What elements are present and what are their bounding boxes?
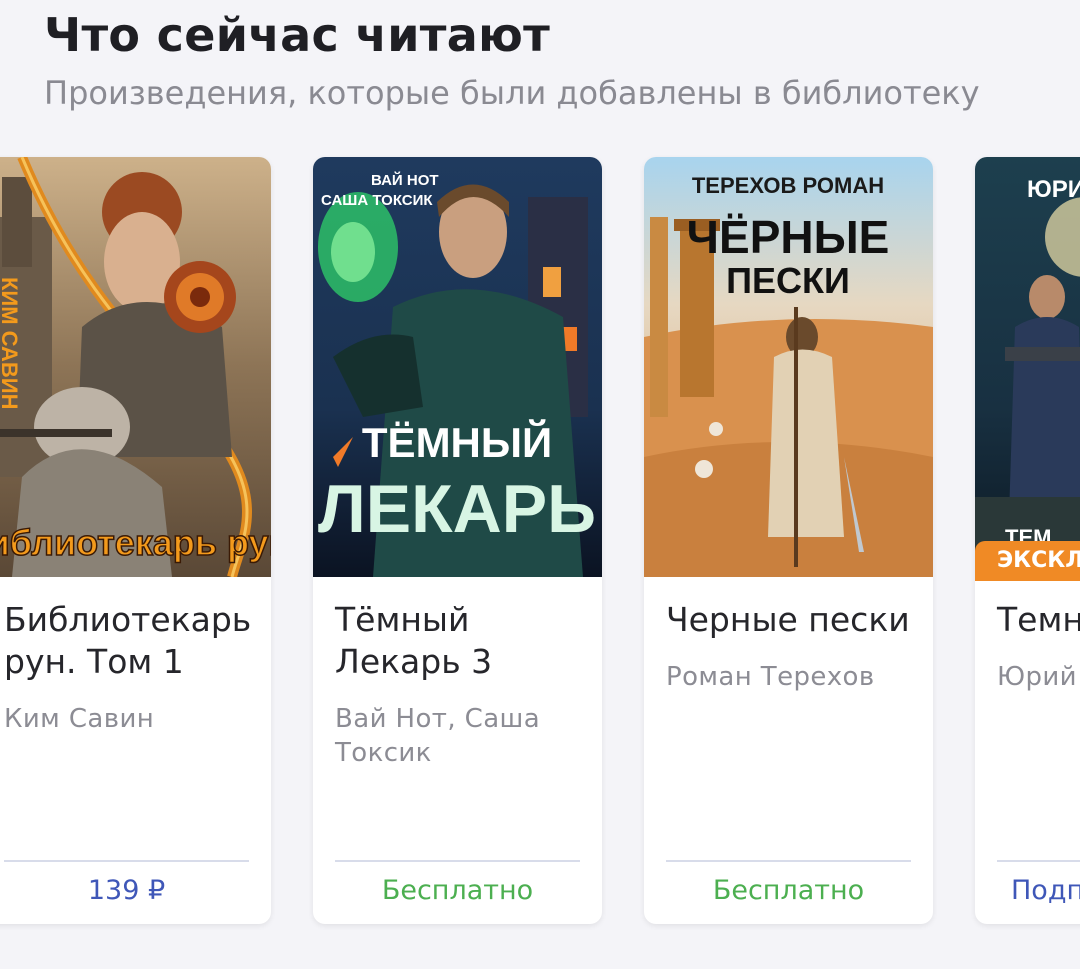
cover-title-line2: ПЕСКИ	[726, 260, 850, 301]
section-subtitle: Произведения, которые были добавлены в б…	[44, 74, 980, 112]
cover-title-line1: ЧЁРНЫЕ	[687, 211, 890, 263]
book-card[interactable]: Библиотекарь рун КИМ САВИН Библиотекарь …	[0, 157, 271, 924]
cover-art: ТЕРЕХОВ РОМАН ЧЁРНЫЕ ПЕСКИ	[644, 157, 933, 577]
book-carousel[interactable]: Библиотекарь рун КИМ САВИН Библиотекарь …	[0, 157, 1080, 927]
cover-title-text: Библиотекарь рун	[0, 522, 271, 563]
book-author[interactable]: Вай Нот, Саша Токсик	[335, 702, 565, 770]
book-price[interactable]: Подп	[975, 875, 1080, 906]
cover-art: ЮРИ ТЕМ	[975, 157, 1080, 577]
book-cover[interactable]: ВАЙ НОТ САША ТОКСИК ТЁМНЫЙ ЛЕКАРЬ	[313, 157, 602, 577]
cover-author: ЮРИ	[1027, 176, 1080, 203]
book-price[interactable]: Бесплатно	[313, 875, 602, 906]
cover-title-line1: ТЁМНЫЙ	[362, 418, 552, 466]
book-author[interactable]: Юрий	[997, 660, 1080, 694]
card-divider	[666, 860, 911, 862]
card-divider	[4, 860, 249, 862]
book-card[interactable]: ЮРИ ТЕМ ЭКСКЛЮ Темн Юрий Подп	[975, 157, 1080, 924]
reading-now-section: Что сейчас читают Произведения, которые …	[0, 0, 1080, 969]
book-price[interactable]: 139 ₽	[0, 875, 271, 906]
book-author[interactable]: Роман Терехов	[666, 660, 923, 694]
cover-art: Библиотекарь рун КИМ САВИН	[0, 157, 271, 577]
cover-author-line2: САША ТОКСИК	[321, 192, 433, 209]
book-title[interactable]: Тёмный Лекарь 3	[335, 599, 515, 683]
book-title[interactable]: Темн	[997, 599, 1080, 641]
card-divider	[997, 860, 1080, 862]
cover-title-line2: ЛЕКАРЬ	[318, 471, 596, 547]
book-cover[interactable]: ЮРИ ТЕМ	[975, 157, 1080, 577]
book-price[interactable]: Бесплатно	[644, 875, 933, 906]
cover-art: ВАЙ НОТ САША ТОКСИК ТЁМНЫЙ ЛЕКАРЬ	[313, 157, 602, 577]
book-title[interactable]: Библиотекарь рун. Том 1	[4, 599, 261, 683]
cover-author-text: КИМ САВИН	[0, 277, 22, 410]
exclusive-badge: ЭКСКЛЮ	[975, 541, 1080, 581]
book-title[interactable]: Черные пески	[666, 599, 923, 641]
book-author[interactable]: Ким Савин	[4, 702, 261, 736]
book-card[interactable]: ТЕРЕХОВ РОМАН ЧЁРНЫЕ ПЕСКИ Черные пески …	[644, 157, 933, 924]
book-cover[interactable]: ТЕРЕХОВ РОМАН ЧЁРНЫЕ ПЕСКИ	[644, 157, 933, 577]
cover-author: ТЕРЕХОВ РОМАН	[692, 173, 884, 198]
cover-author-line1: ВАЙ НОТ	[371, 171, 439, 189]
book-cover[interactable]: Библиотекарь рун КИМ САВИН	[0, 157, 271, 577]
book-card[interactable]: ВАЙ НОТ САША ТОКСИК ТЁМНЫЙ ЛЕКАРЬ Тёмный…	[313, 157, 602, 924]
card-divider	[335, 860, 580, 862]
section-title: Что сейчас читают	[44, 8, 551, 62]
